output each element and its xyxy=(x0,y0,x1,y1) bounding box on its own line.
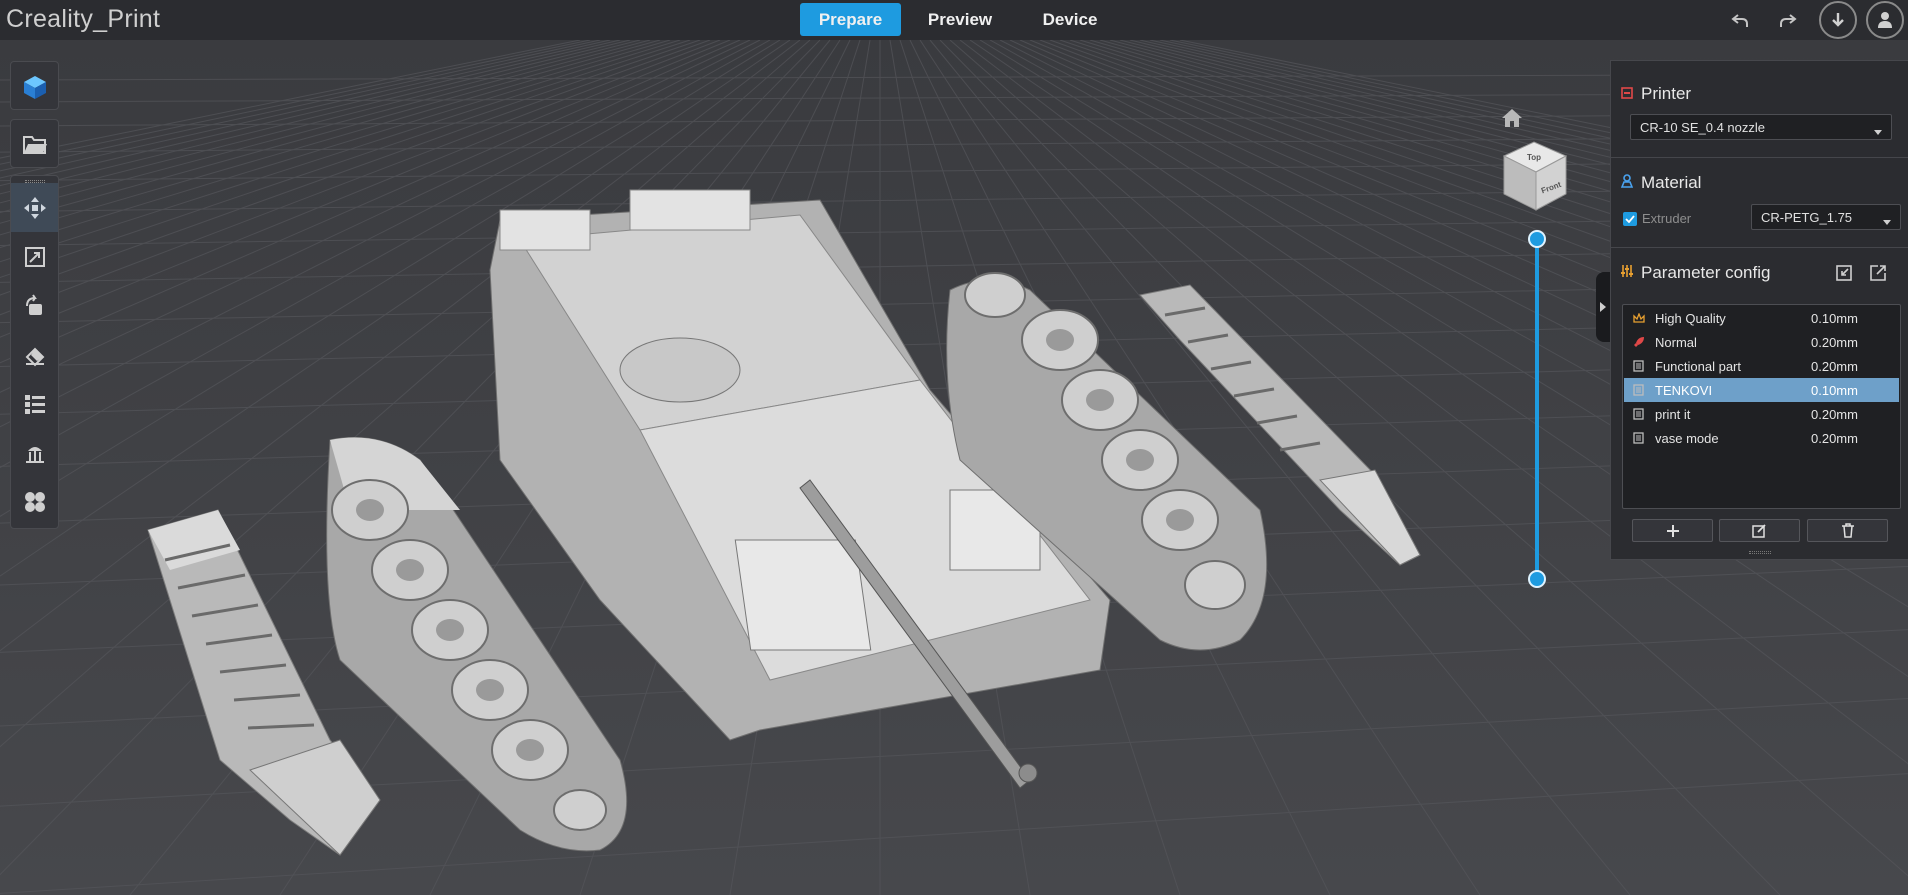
param-profile-layer-height: 0.20mm xyxy=(1811,430,1858,446)
undo-icon[interactable] xyxy=(1722,3,1758,39)
printer-select[interactable]: CR-10 SE_0.4 nozzle xyxy=(1630,114,1892,140)
param-profile-layer-height: 0.20mm xyxy=(1811,358,1858,374)
printer-section-title: Printer xyxy=(1621,84,1691,104)
top-bar: Creality_Print Prepare Preview Device xyxy=(0,0,1908,40)
tab-prepare[interactable]: Prepare xyxy=(800,3,901,36)
edit-icon xyxy=(1752,524,1766,538)
panel-resize-grip[interactable] xyxy=(1749,551,1771,554)
material-title: Material xyxy=(1641,173,1702,192)
extruder-toggle[interactable]: Extruder xyxy=(1623,211,1691,226)
trash-icon xyxy=(1841,523,1854,538)
param-profile-name: TENKOVI xyxy=(1655,382,1713,398)
model-library-box xyxy=(10,61,59,110)
section-divider xyxy=(1611,157,1908,158)
plus-icon xyxy=(1666,524,1679,537)
printer-select-value: CR-10 SE_0.4 nozzle xyxy=(1640,119,1766,135)
extruder-label: Extruder xyxy=(1642,211,1692,226)
settings-panel: Printer CR-10 SE_0.4 nozzle Material Ext… xyxy=(1610,60,1908,560)
material-select[interactable]: CR-PETG_1.75 xyxy=(1751,204,1901,230)
material-section-title: Material xyxy=(1620,173,1702,193)
lay-flat-icon[interactable] xyxy=(11,330,58,379)
params-section-title: Parameter config xyxy=(1621,263,1770,283)
download-icon[interactable] xyxy=(1819,1,1857,39)
param-profile-row[interactable]: TENKOVI 0.10mm xyxy=(1624,378,1899,402)
import-icon[interactable] xyxy=(1835,264,1853,287)
param-profile-name: vase mode xyxy=(1655,430,1719,446)
param-profile-name: Normal xyxy=(1655,334,1697,350)
param-profile-row[interactable]: Functional part 0.20mm xyxy=(1624,354,1899,378)
param-profile-layer-height: 0.10mm xyxy=(1811,382,1858,398)
document-icon xyxy=(1633,432,1649,444)
material-icon xyxy=(1620,173,1634,193)
open-folder-box xyxy=(10,119,59,168)
param-profile-name: High Quality xyxy=(1655,310,1726,326)
list-icon[interactable] xyxy=(11,379,58,428)
model-library-icon[interactable] xyxy=(11,62,58,111)
layer-slider-top-handle[interactable] xyxy=(1528,230,1546,248)
param-profile-row[interactable]: vase mode 0.20mm xyxy=(1624,426,1899,450)
redo-icon[interactable] xyxy=(1770,3,1806,39)
section-divider xyxy=(1611,247,1908,248)
param-profile-list: High Quality 0.10mm Normal 0.20mm Functional… xyxy=(1622,304,1901,509)
params-title: Parameter config xyxy=(1641,263,1771,282)
document-icon xyxy=(1633,384,1649,396)
layer-slider-bottom-handle[interactable] xyxy=(1528,570,1546,588)
param-profile-name: print it xyxy=(1655,406,1691,422)
printer-icon xyxy=(1621,84,1633,104)
tab-device[interactable]: Device xyxy=(1020,3,1120,36)
printer-title: Printer xyxy=(1641,84,1692,103)
material-select-value: CR-PETG_1.75 xyxy=(1761,209,1853,225)
crown-icon xyxy=(1633,312,1649,324)
delete-profile-button[interactable] xyxy=(1807,519,1888,542)
chevron-down-icon xyxy=(1883,214,1891,229)
open-folder-icon[interactable] xyxy=(11,120,58,169)
export-icon[interactable] xyxy=(1869,264,1887,287)
chevron-down-icon xyxy=(1874,124,1882,139)
param-profile-layer-height: 0.20mm xyxy=(1811,406,1858,422)
layer-range-slider[interactable] xyxy=(1525,230,1549,590)
user-icon[interactable] xyxy=(1866,1,1904,39)
param-profile-row[interactable]: High Quality 0.10mm xyxy=(1624,306,1899,330)
view-cube[interactable]: Top Front xyxy=(1500,136,1572,221)
sliders-icon xyxy=(1621,263,1633,283)
support-icon[interactable] xyxy=(11,428,58,477)
home-view-icon[interactable] xyxy=(1500,107,1524,134)
param-profile-row[interactable]: print it 0.20mm xyxy=(1624,402,1899,426)
param-profile-layer-height: 0.20mm xyxy=(1811,334,1858,350)
edit-profile-button[interactable] xyxy=(1719,519,1800,542)
panel-collapse-handle[interactable] xyxy=(1596,272,1610,342)
document-icon xyxy=(1633,360,1649,372)
param-profile-layer-height: 0.10mm xyxy=(1811,310,1858,326)
rotate-icon[interactable] xyxy=(11,281,58,330)
scale-icon[interactable] xyxy=(11,232,58,281)
view-cube-top-label: Top xyxy=(1527,153,1541,162)
edit-tools-toolbar xyxy=(10,175,59,529)
tab-preview[interactable]: Preview xyxy=(910,3,1010,36)
layer-slider-track xyxy=(1535,238,1539,580)
param-profile-row[interactable]: Normal 0.20mm xyxy=(1624,330,1899,354)
param-profile-name: Functional part xyxy=(1655,358,1741,374)
extruder-checkbox[interactable] xyxy=(1623,211,1637,226)
move-icon[interactable] xyxy=(11,183,58,232)
rocket-icon xyxy=(1633,336,1649,348)
arrange-icon[interactable] xyxy=(11,477,58,526)
add-profile-button[interactable] xyxy=(1632,519,1713,542)
document-icon xyxy=(1633,408,1649,420)
app-title: Creality_Print xyxy=(6,5,161,33)
